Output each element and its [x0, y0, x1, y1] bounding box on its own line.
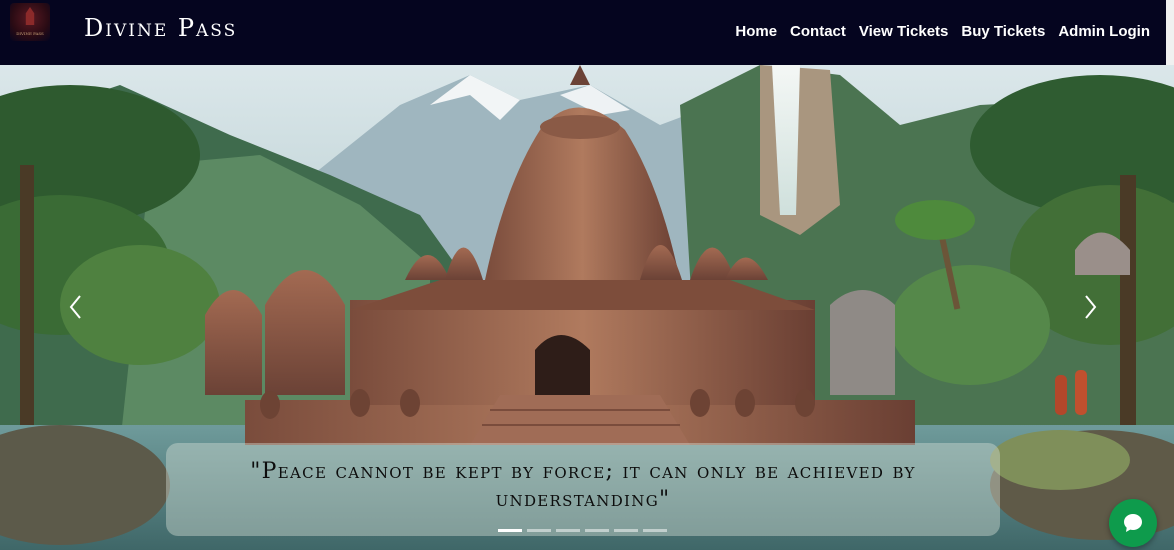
nav-link-contact[interactable]: Contact	[790, 23, 846, 40]
chat-button[interactable]	[1109, 499, 1157, 547]
nav-link-admin-login[interactable]: Admin Login	[1058, 23, 1150, 40]
nav-link-home[interactable]: Home	[735, 23, 777, 40]
logo-text: DIVINE PASS	[16, 31, 44, 36]
carousel-indicator-6[interactable]	[643, 529, 667, 532]
chevron-left-icon[interactable]	[66, 292, 86, 322]
temple-shape	[25, 7, 35, 25]
nav-link-view-tickets[interactable]: View Tickets	[859, 23, 949, 40]
carousel-indicators	[498, 529, 667, 532]
carousel-indicator-5[interactable]	[614, 529, 638, 532]
carousel-indicator-3[interactable]	[556, 529, 580, 532]
carousel-indicator-2[interactable]	[527, 529, 551, 532]
brand-name[interactable]: Divine Pass	[84, 14, 237, 42]
temple-logo-icon[interactable]: DIVINE PASS	[10, 3, 50, 41]
chevron-right-icon[interactable]	[1080, 292, 1100, 322]
navbar: DIVINE PASS Divine Pass Home Contact Vie…	[0, 0, 1166, 65]
scrollbar[interactable]	[1166, 0, 1174, 65]
chat-bubble-icon	[1124, 514, 1142, 532]
carousel-indicator-4[interactable]	[585, 529, 609, 532]
carousel-indicator-1[interactable]	[498, 529, 522, 532]
nav-menu: Home Contact View Tickets Buy Tickets Ad…	[735, 23, 1150, 40]
carousel-caption: "Peace cannot be kept by force; it can o…	[250, 459, 916, 512]
nav-link-buy-tickets[interactable]: Buy Tickets	[961, 23, 1045, 40]
